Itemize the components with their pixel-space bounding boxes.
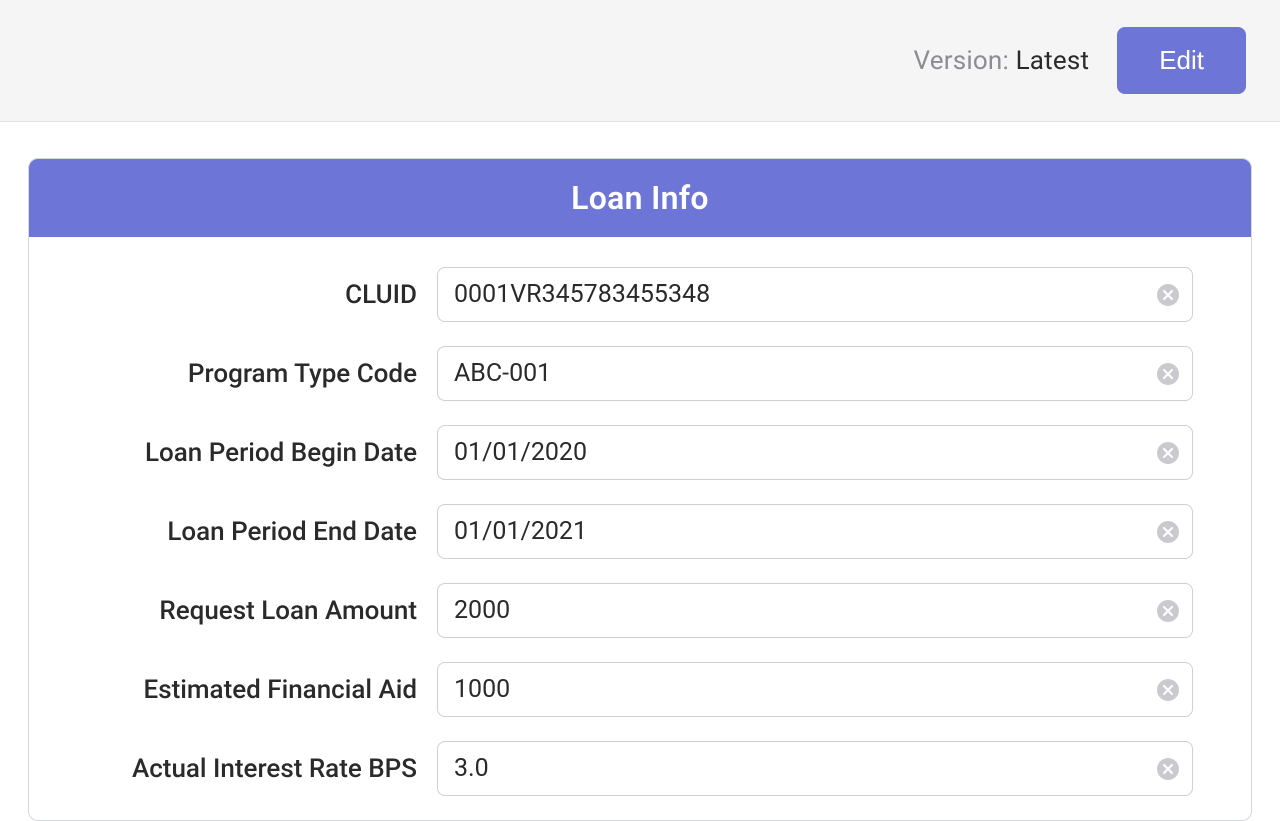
clear-icon[interactable] [1157,600,1179,622]
row-estimated-financial-aid: Estimated Financial Aid [87,662,1193,717]
input-cluid[interactable] [437,267,1193,322]
edit-button[interactable]: Edit [1117,27,1246,94]
version-label: Version: [914,46,1009,76]
clear-icon[interactable] [1157,758,1179,780]
input-wrap-program-type-code [437,346,1193,401]
input-request-loan-amount[interactable] [437,583,1193,638]
top-bar: Version: Latest Edit [0,0,1280,122]
input-wrap-loan-period-end [437,504,1193,559]
row-request-loan-amount: Request Loan Amount [87,583,1193,638]
input-wrap-estimated-financial-aid [437,662,1193,717]
input-actual-interest-rate-bps[interactable] [437,741,1193,796]
label-program-type-code: Program Type Code [87,359,417,389]
input-wrap-request-loan-amount [437,583,1193,638]
card-header: Loan Info [29,159,1251,237]
label-actual-interest-rate-bps: Actual Interest Rate BPS [87,754,417,784]
row-cluid: CLUID [87,267,1193,322]
page-body: Loan Info CLUID Program Type Code [0,158,1280,821]
label-estimated-financial-aid: Estimated Financial Aid [87,675,417,705]
row-loan-period-end: Loan Period End Date [87,504,1193,559]
input-wrap-loan-period-begin [437,425,1193,480]
label-loan-period-begin: Loan Period Begin Date [87,438,417,468]
form-rows: CLUID Program Type Code Lo [29,237,1251,796]
clear-icon[interactable] [1157,284,1179,306]
version-indicator: Version: Latest [914,46,1090,76]
input-program-type-code[interactable] [437,346,1193,401]
input-loan-period-begin[interactable] [437,425,1193,480]
loan-info-card: Loan Info CLUID Program Type Code [28,158,1252,821]
version-value: Latest [1016,46,1090,76]
label-cluid: CLUID [87,280,417,310]
row-program-type-code: Program Type Code [87,346,1193,401]
input-estimated-financial-aid[interactable] [437,662,1193,717]
input-wrap-cluid [437,267,1193,322]
label-request-loan-amount: Request Loan Amount [87,596,417,626]
input-loan-period-end[interactable] [437,504,1193,559]
clear-icon[interactable] [1157,442,1179,464]
clear-icon[interactable] [1157,679,1179,701]
clear-icon[interactable] [1157,521,1179,543]
input-wrap-actual-interest-rate-bps [437,741,1193,796]
label-loan-period-end: Loan Period End Date [87,517,417,547]
row-actual-interest-rate-bps: Actual Interest Rate BPS [87,741,1193,796]
clear-icon[interactable] [1157,363,1179,385]
row-loan-period-begin: Loan Period Begin Date [87,425,1193,480]
